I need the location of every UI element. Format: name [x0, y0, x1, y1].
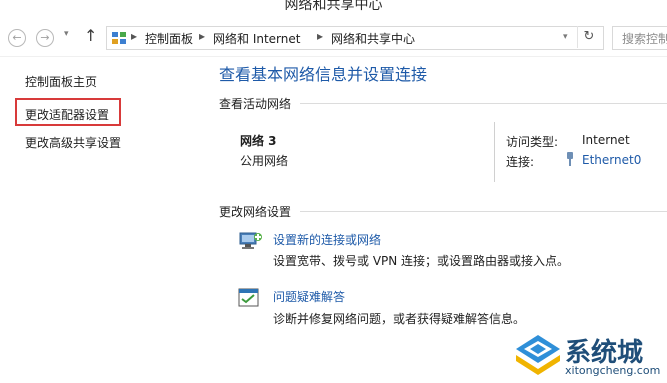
- watermark-logo-icon: [516, 335, 560, 375]
- nav-change-adapter-settings[interactable]: 更改适配器设置: [25, 106, 109, 123]
- troubleshoot-icon: [238, 288, 259, 307]
- access-type-value: Internet: [582, 133, 630, 147]
- breadcrumb-network-internet[interactable]: 网络和 Internet: [213, 30, 300, 47]
- up-button[interactable]: ↑: [84, 26, 97, 45]
- back-button[interactable]: ←: [8, 29, 26, 47]
- address-bar[interactable]: ▸ 控制面板 ▸ 网络和 Internet ▸ 网络和共享中心 ▾: [106, 26, 604, 50]
- breadcrumb-separator[interactable]: ▸: [317, 29, 323, 43]
- navigation-bar: ← → ▾ ↑ ▸ 控制面板 ▸ 网络和 Internet ▸ 网络和共享中心 …: [0, 22, 667, 57]
- page-title: 查看基本网络信息并设置连接: [219, 65, 428, 84]
- title-bar: 网络和共享中心: [0, 0, 667, 18]
- vertical-divider: [494, 122, 495, 182]
- recent-pages-dropdown[interactable]: ▾: [64, 29, 69, 39]
- setup-new-connection-link[interactable]: 设置新的连接或网络: [273, 231, 381, 248]
- search-input[interactable]: 搜索控制: [612, 26, 667, 50]
- control-panel-icon: [112, 32, 126, 44]
- nav-control-panel-home[interactable]: 控制面板主页: [25, 73, 97, 90]
- forward-button[interactable]: →: [36, 29, 54, 47]
- active-networks-label: 查看活动网络: [219, 97, 292, 111]
- window-title: 网络和共享中心: [284, 0, 383, 13]
- search-placeholder: 搜索控制: [622, 32, 667, 46]
- access-type-label: 访问类型:: [506, 135, 559, 149]
- network-type-link[interactable]: 公用网络: [240, 152, 288, 169]
- ethernet-connection-link[interactable]: Ethernet0: [582, 153, 641, 167]
- troubleshoot-problems-link[interactable]: 问题疑难解答: [273, 288, 345, 305]
- breadcrumb-separator[interactable]: ▸: [199, 29, 205, 43]
- section-divider: [300, 103, 667, 104]
- setup-new-connection-description: 设置宽带、拨号或 VPN 连接；或设置路由器或接入点。: [273, 254, 570, 268]
- ethernet-icon: [567, 152, 573, 166]
- network-setup-icon: [239, 232, 262, 249]
- network-name: 网络 3: [240, 134, 277, 148]
- breadcrumb-network-sharing-center[interactable]: 网络和共享中心: [331, 30, 415, 47]
- connections-label: 连接:: [506, 155, 535, 169]
- troubleshoot-problems-description: 诊断并修复网络问题，或者获得疑难解答信息。: [273, 312, 526, 326]
- address-dropdown[interactable]: ▾: [563, 32, 568, 42]
- nav-change-advanced-sharing[interactable]: 更改高级共享设置: [25, 134, 121, 151]
- change-settings-label: 更改网络设置: [219, 205, 292, 219]
- refresh-button[interactable]: ↻: [577, 26, 600, 48]
- watermark-url: xitongcheng.com: [565, 364, 661, 377]
- breadcrumb-control-panel[interactable]: 控制面板: [145, 30, 193, 47]
- breadcrumb-separator[interactable]: ▸: [131, 29, 137, 43]
- section-divider: [300, 211, 667, 212]
